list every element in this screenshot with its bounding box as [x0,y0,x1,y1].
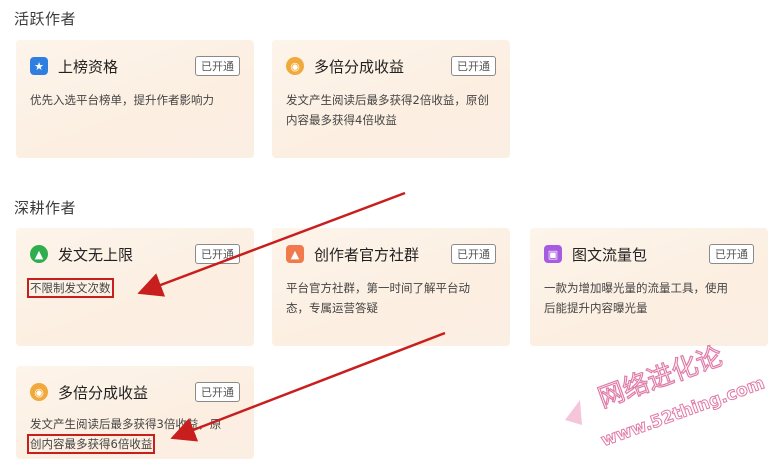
watermark-leaf-icon [565,400,582,425]
arrow-to-unlimited-posting [137,191,406,297]
arrow-to-revenue-highlight [170,331,446,442]
watermark-logo: 网络进化论 www.52thing.com [565,341,768,450]
